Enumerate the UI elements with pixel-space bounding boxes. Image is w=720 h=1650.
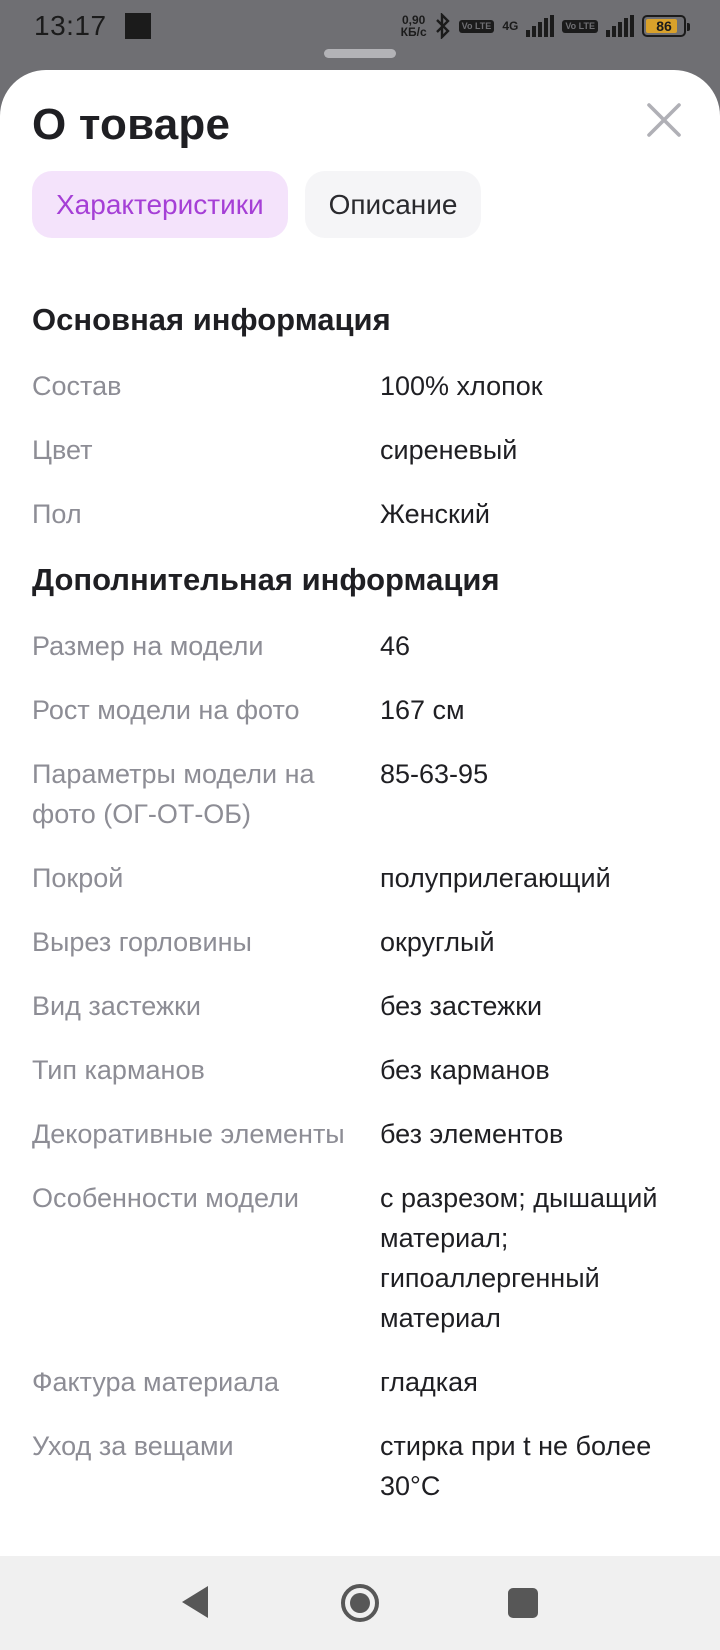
spec-value: без карманов [380,1055,550,1085]
spec-label: Вид застежки [32,991,201,1021]
spec-label: Вырез горловины [32,927,252,957]
spec-value: полуприлегающий [380,863,611,893]
spec-label: Параметры модели на фото (ОГ-ОТ-ОБ) [32,759,315,829]
spec-value: Женский [380,499,491,529]
back-button[interactable] [180,1584,210,1625]
spec-label: Пол [32,499,82,529]
status-time: 13:17 [34,10,107,41]
close-icon [647,103,681,137]
spec-row: Покрой полуприлегающий [32,858,692,898]
bluetooth-icon [435,13,450,39]
network-speed-unit: КБ/с [400,25,427,39]
spec-row: Состав 100% хлопок [32,366,692,406]
spec-row: Фактура материала гладкая [32,1362,692,1402]
spec-label: Декоративные элементы [32,1119,345,1149]
tabs: Характеристики Описание [32,171,482,238]
navigation-bar [0,1556,720,1650]
home-button[interactable] [340,1583,380,1628]
spec-label: Фактура материала [32,1367,280,1397]
spec-label: Состав [32,371,122,401]
spec-label: Рост модели на фото [32,695,300,725]
spec-row: Тип карманов без карманов [32,1050,692,1090]
network-speed: 0,90 КБ/с [401,14,427,38]
status-icons: 0,90 КБ/с Vo LTE 4G Vo LTE 86 [401,13,690,39]
spec-label: Особенности модели [32,1183,299,1213]
signal-icon-2 [606,15,634,37]
spec-value: 46 [380,631,411,661]
sheet-drag-handle[interactable] [324,49,396,58]
network-type-label: 4G [502,19,519,33]
spec-label: Тип карманов [32,1055,205,1085]
characteristics-content: Основная информация Состав 100% хлопок Ц… [32,302,692,1530]
spec-label: Уход за вещами [32,1431,234,1461]
battery-icon: 86 [642,15,690,37]
spec-row: Декоративные элементы без элементов [32,1114,692,1154]
spec-row: Рост модели на фото 167 см [32,690,692,730]
spec-value: гладкая [380,1367,478,1397]
section-title: Основная информация [32,302,391,337]
spec-value: стирка при t не более 30°С [380,1431,652,1501]
spec-value: без застежки [380,991,543,1021]
spec-row: Параметры модели на фото (ОГ-ОТ-ОБ) 85-6… [32,754,692,834]
volte-badge-2: Vo LTE [562,19,598,33]
battery-level: 86 [656,18,672,34]
spec-row: Пол Женский [32,494,692,534]
spec-row: Вырез горловины округлый [32,922,692,962]
tab-characteristics[interactable]: Характеристики [32,171,288,238]
close-button[interactable] [640,96,688,144]
tab-description[interactable]: Описание [304,171,482,238]
spec-row: Вид застежки без застежки [32,986,692,1026]
spec-label: Размер на модели [32,631,264,661]
spec-row: Цвет сиреневый [32,430,692,470]
volte-badge: Vo LTE [458,19,495,33]
signal-icon [526,15,555,37]
section-main-info: Основная информация Состав 100% хлопок Ц… [32,302,692,534]
section-additional-info: Дополнительная информация Размер на моде… [32,562,692,1506]
spec-value: 167 см [380,695,465,725]
home-icon [341,1584,379,1622]
sheet-title: О товаре [32,100,231,149]
back-icon [182,1586,208,1618]
spec-label: Покрой [32,863,124,893]
spec-value: 85-63-95 [380,759,489,789]
product-info-sheet: О товаре Характеристики Описание Основна… [0,70,720,1556]
spec-row: Особенности модели с разрезом; дышащий м… [32,1178,692,1338]
section-title: Дополнительная информация [32,562,500,597]
spec-value: 100% хлопок [380,371,543,401]
spec-value: без элементов [380,1119,564,1149]
spec-row: Размер на модели 46 [32,626,692,666]
notification-icon [124,13,151,39]
spec-value: с разрезом; дышащий материал; гипоаллерг… [380,1183,658,1333]
spec-label: Цвет [32,435,93,465]
recent-apps-button[interactable] [508,1588,538,1618]
spec-row: Уход за вещами стирка при t не более 30°… [32,1426,692,1506]
spec-value: сиреневый [380,435,518,465]
status-bar: 13:17 0,90 КБ/с Vo LTE 4G Vo LTE 86 [0,0,720,52]
spec-value: округлый [380,927,495,957]
